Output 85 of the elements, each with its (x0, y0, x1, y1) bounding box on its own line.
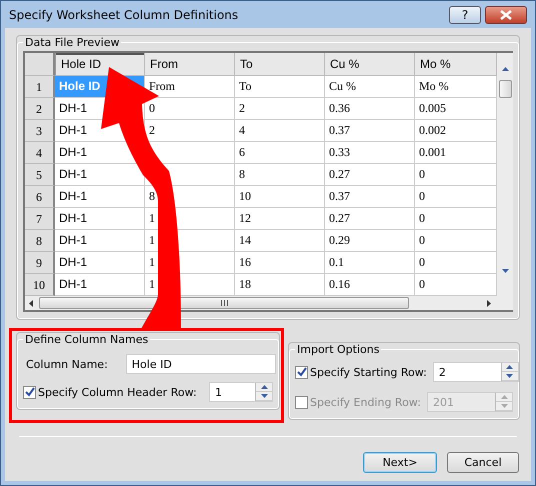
left-arrow-icon (29, 300, 33, 306)
spin-up-button[interactable] (502, 363, 518, 372)
scroll-thumb[interactable] (498, 80, 512, 98)
table-cell: DH-1 (55, 252, 145, 274)
up-arrow-icon (502, 67, 508, 71)
table-cell: 0.1 (325, 252, 415, 274)
close-button[interactable] (485, 6, 527, 24)
table-cell: 0.33 (325, 142, 415, 164)
right-arrow-icon (487, 300, 491, 306)
table-cell: 0.27 (325, 164, 415, 186)
table-cell: 12 (235, 208, 325, 230)
scroll-thumb[interactable] (39, 297, 409, 309)
dialog-button[interactable]: Next> (363, 452, 437, 473)
up-arrow-icon (500, 395, 508, 399)
checkbox[interactable] (23, 386, 36, 398)
row-number: 2 (25, 98, 55, 120)
group-label: Data File Preview (24, 36, 120, 49)
table-cell: 0.001 (415, 142, 497, 164)
table-cell: 0 (415, 230, 497, 252)
down-arrow-icon (260, 394, 268, 398)
table-cell: 16 (235, 252, 325, 274)
table-cell: DH-1 (55, 208, 145, 230)
group-label: Import Options (296, 343, 380, 356)
spin-down-button[interactable] (256, 392, 272, 401)
table-cell: DH-1 (55, 230, 145, 252)
table-cell: 0 (415, 252, 497, 274)
row-number: 1 (25, 76, 55, 98)
row-number: 5 (25, 164, 55, 186)
table-cell: 14 (235, 230, 325, 252)
column-header[interactable]: From (145, 53, 235, 76)
checkbox-label: Specify Ending Row: (310, 396, 421, 408)
down-arrow-icon (502, 269, 508, 273)
table-cell: 0.36 (325, 98, 415, 120)
row-number: 10 (25, 274, 55, 296)
spin-box[interactable]: 1 (209, 382, 273, 402)
spin-up-button[interactable] (256, 383, 272, 392)
table-cell: 8 (235, 164, 325, 186)
table-cell: 2 (235, 98, 325, 120)
row-number: 6 (25, 186, 55, 208)
field-label: Column Name: (26, 358, 108, 370)
table-cell: 6 (235, 142, 325, 164)
table-cell: 0 (415, 186, 497, 208)
table-cell: 0 (415, 164, 497, 186)
row-number: 8 (25, 230, 55, 252)
column-header[interactable]: Cu % (325, 53, 415, 76)
vertical-scrollbar[interactable] (497, 53, 513, 296)
row-number: 7 (25, 208, 55, 230)
row-number: 4 (25, 142, 55, 164)
table-cell: 10 (235, 186, 325, 208)
table-cell: Mo % (415, 76, 497, 98)
spin-down-button[interactable] (502, 372, 518, 381)
row-number: 9 (25, 252, 55, 274)
column-name-field[interactable]: Hole ID (126, 354, 276, 374)
spin-box[interactable]: 2 (432, 362, 519, 382)
help-button[interactable]: ? (449, 6, 481, 24)
horizontal-scrollbar[interactable] (25, 296, 513, 310)
row-number: 3 (25, 120, 55, 142)
checkbox-label: Specify Starting Row: (310, 366, 427, 378)
table-cell: 0.37 (325, 186, 415, 208)
group-label: Define Column Names (24, 333, 150, 346)
column-header[interactable]: Hole ID (55, 53, 145, 76)
table-cell: 0 (415, 208, 497, 230)
up-arrow-icon (260, 385, 268, 389)
checkbox[interactable] (295, 366, 308, 378)
table-cell: 0.29 (325, 230, 415, 252)
column-header[interactable]: To (235, 53, 325, 76)
column-header[interactable]: Mo % (415, 53, 497, 76)
grip-icon (220, 300, 228, 306)
table-cell: 0.002 (415, 120, 497, 142)
table-cell: To (235, 76, 325, 98)
window-title: Specify Worksheet Column Definitions (9, 8, 238, 22)
table-cell: 0.37 (325, 120, 415, 142)
table-cell: 0.005 (415, 98, 497, 120)
dialog-button[interactable]: Cancel (447, 452, 519, 473)
down-arrow-icon (500, 404, 508, 408)
checkbox-label: Specify Column Header Row: (38, 386, 198, 398)
table-cell: 0.27 (325, 208, 415, 230)
number-field[interactable]: 1 (210, 383, 255, 401)
down-arrow-icon (506, 374, 514, 378)
close-icon (500, 10, 512, 20)
table-cell: Cu % (325, 76, 415, 98)
table-cell: 4 (235, 120, 325, 142)
up-arrow-icon (506, 365, 514, 369)
table-cell: DH-1 (55, 186, 145, 208)
number-field[interactable]: 2 (434, 363, 501, 381)
